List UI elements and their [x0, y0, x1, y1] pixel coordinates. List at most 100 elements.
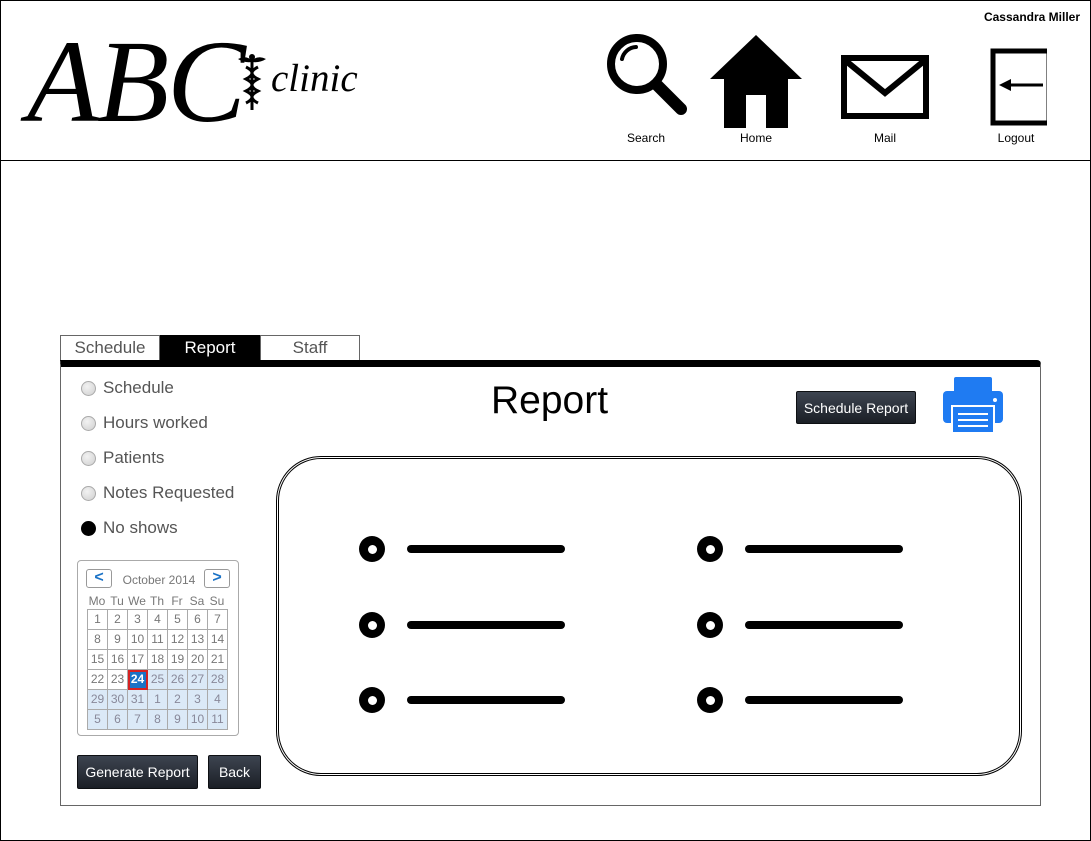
- calendar-day[interactable]: 2: [108, 610, 128, 630]
- schedule-report-button[interactable]: Schedule Report: [796, 391, 916, 424]
- placeholder-line: [745, 545, 903, 553]
- logout-icon: [990, 48, 1047, 126]
- search-nav[interactable]: Search: [601, 31, 691, 145]
- mail-nav[interactable]: Mail: [839, 55, 931, 145]
- placeholder-line: [745, 621, 903, 629]
- user-name: Cassandra Miller: [983, 10, 1080, 24]
- tab-report[interactable]: Report: [160, 335, 260, 361]
- calendar-day[interactable]: 22: [88, 670, 108, 690]
- calendar-day[interactable]: 20: [188, 650, 208, 670]
- report-option-patients[interactable]: Patients: [81, 447, 164, 469]
- calendar-day[interactable]: 15: [88, 650, 108, 670]
- calendar-day[interactable]: 11: [148, 630, 168, 650]
- calendar-day[interactable]: 25: [148, 670, 168, 690]
- calendar-day[interactable]: 2: [168, 690, 188, 710]
- calendar-day[interactable]: 21: [208, 650, 228, 670]
- calendar-day[interactable]: 10: [188, 710, 208, 730]
- calendar-day[interactable]: 16: [108, 650, 128, 670]
- printer-icon[interactable]: [943, 377, 1003, 433]
- calendar-day[interactable]: 30: [108, 690, 128, 710]
- calendar-day[interactable]: 13: [188, 630, 208, 650]
- calendar-day[interactable]: 8: [148, 710, 168, 730]
- calendar-weekday: Mo: [88, 594, 106, 608]
- calendar-day[interactable]: 27: [188, 670, 208, 690]
- placeholder-line: [407, 696, 565, 704]
- radio-label: No shows: [103, 518, 178, 537]
- calendar-day[interactable]: 3: [128, 610, 148, 630]
- calendar-day[interactable]: 19: [168, 650, 188, 670]
- calendar-day[interactable]: 12: [168, 630, 188, 650]
- list-item: [359, 612, 565, 638]
- calendar-day[interactable]: 5: [168, 610, 188, 630]
- report-title: Report: [491, 379, 609, 422]
- search-icon: [607, 34, 687, 115]
- bullet-icon: [697, 536, 723, 562]
- calendar-day[interactable]: 1: [148, 690, 168, 710]
- report-option-no-shows[interactable]: No shows: [81, 517, 178, 539]
- report-option-notes-requested[interactable]: Notes Requested: [81, 482, 234, 504]
- calendar-day[interactable]: 29: [88, 690, 108, 710]
- bullet-icon: [697, 687, 723, 713]
- home-nav[interactable]: Home: [708, 33, 804, 145]
- calendar-day[interactable]: 26: [168, 670, 188, 690]
- app-header: Cassandra Miller ABC clinic Search Home: [0, 0, 1091, 161]
- calendar-day[interactable]: 23: [108, 670, 128, 690]
- calendar-day[interactable]: 11: [208, 710, 228, 730]
- placeholder-line: [407, 545, 565, 553]
- radio-button-checked[interactable]: [81, 520, 96, 536]
- logo-main-text: ABC: [27, 16, 246, 147]
- placeholder-line: [745, 696, 903, 704]
- report-content-area: [276, 456, 1022, 776]
- calendar-day[interactable]: 9: [108, 630, 128, 650]
- radio-button[interactable]: [81, 485, 96, 501]
- tab-staff[interactable]: Staff: [260, 335, 360, 361]
- back-button[interactable]: Back: [208, 755, 261, 789]
- radio-label: Hours worked: [103, 413, 208, 432]
- bullet-icon: [359, 612, 385, 638]
- tab-schedule[interactable]: Schedule: [60, 335, 160, 361]
- calendar-month: October 2014: [122, 573, 196, 587]
- calendar-day[interactable]: 4: [148, 610, 168, 630]
- report-option-schedule[interactable]: Schedule: [81, 377, 174, 399]
- calendar-day[interactable]: 1: [88, 610, 108, 630]
- calendar-day[interactable]: 10: [128, 630, 148, 650]
- home-label: Home: [739, 131, 772, 145]
- radio-button[interactable]: [81, 450, 96, 466]
- calendar-day[interactable]: 14: [208, 630, 228, 650]
- calendar-day[interactable]: 6: [108, 710, 128, 730]
- radio-label: Notes Requested: [103, 483, 235, 502]
- calendar-day[interactable]: 6: [188, 610, 208, 630]
- calendar-day[interactable]: 7: [128, 710, 148, 730]
- calendar-prev-button[interactable]: <: [86, 569, 112, 588]
- mail-label: Mail: [873, 131, 896, 145]
- calendar-weekday: Fr: [171, 594, 183, 608]
- calendar-day[interactable]: 18: [148, 650, 168, 670]
- list-item: [359, 687, 565, 713]
- calendar-next-button[interactable]: >: [204, 569, 230, 588]
- calendar-weekday-row: Mo Tu We Th Fr Sa Su: [87, 594, 227, 608]
- list-item: [359, 536, 565, 562]
- calendar-day[interactable]: 9: [168, 710, 188, 730]
- report-panel: Schedule Hours worked Patients Notes Req…: [60, 360, 1041, 806]
- logout-nav[interactable]: Logout: [971, 48, 1061, 145]
- calendar-day[interactable]: 31: [128, 690, 148, 710]
- calendar-day[interactable]: 17: [128, 650, 148, 670]
- bullet-icon: [697, 612, 723, 638]
- home-icon: [710, 35, 802, 128]
- list-item: [697, 612, 903, 638]
- calendar-day[interactable]: 28: [208, 670, 228, 690]
- calendar-day[interactable]: 5: [88, 710, 108, 730]
- clinic-logo: ABC clinic: [27, 16, 372, 147]
- calendar-day[interactable]: 7: [208, 610, 228, 630]
- calendar-day[interactable]: 8: [88, 630, 108, 650]
- bullet-icon: [359, 536, 385, 562]
- calendar-day[interactable]: 24: [128, 670, 148, 690]
- calendar-weekday: Tu: [110, 594, 124, 608]
- generate-report-button[interactable]: Generate Report: [77, 755, 198, 789]
- report-option-hours-worked[interactable]: Hours worked: [81, 412, 208, 434]
- calendar-day[interactable]: 4: [208, 690, 228, 710]
- radio-button[interactable]: [81, 380, 96, 396]
- calendar-day[interactable]: 3: [188, 690, 208, 710]
- placeholder-line: [407, 621, 565, 629]
- radio-button[interactable]: [81, 415, 96, 431]
